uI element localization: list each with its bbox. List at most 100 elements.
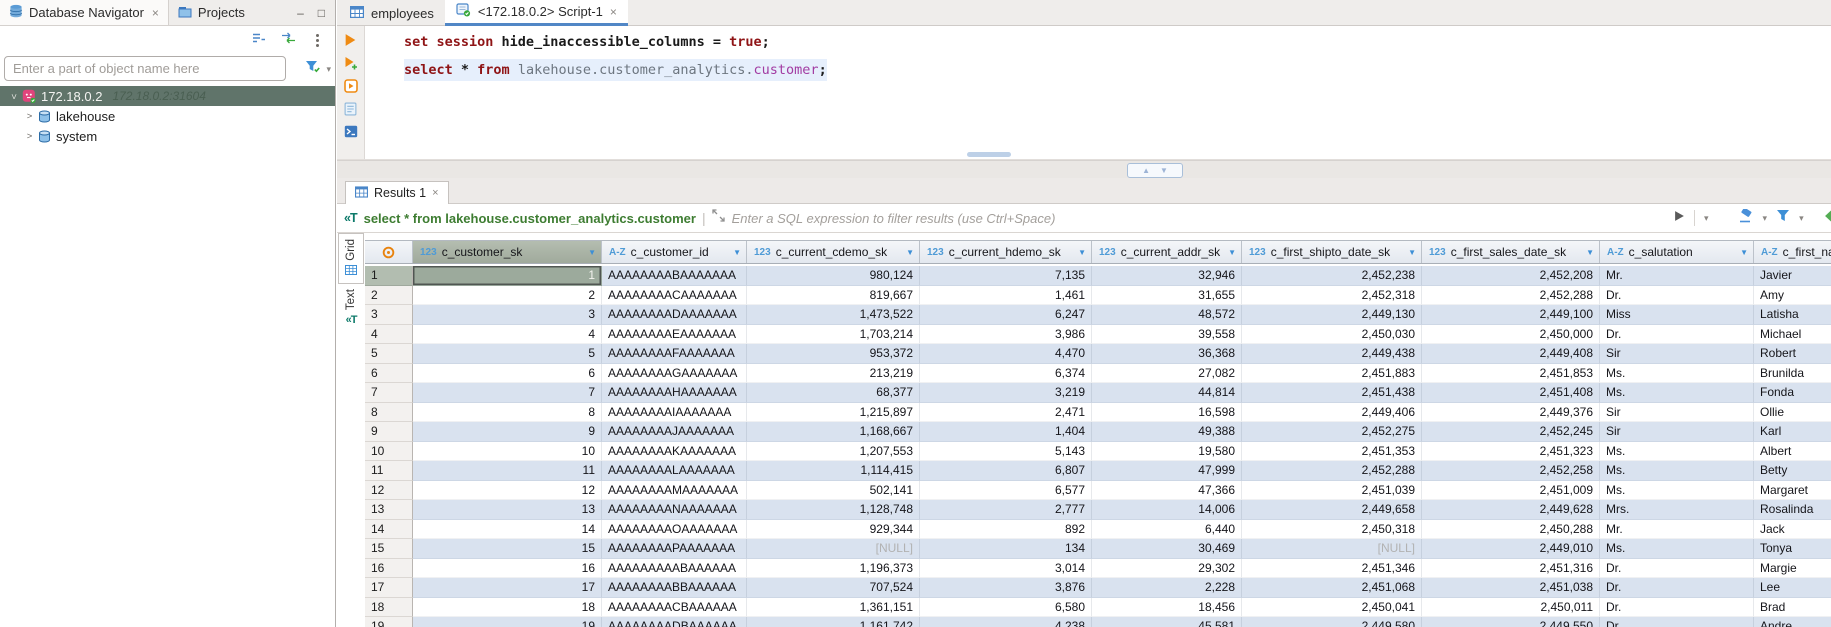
table-row[interactable]: 77AAAAAAAAHAAAAAAA68,3773,21944,8142,451…	[365, 383, 1831, 403]
sql-editor[interactable]: set session hide_inaccessible_columns = …	[337, 26, 1831, 160]
grid-cell[interactable]: Latisha	[1754, 305, 1831, 325]
row-number[interactable]: 10	[365, 442, 413, 462]
grid-cell[interactable]: 2,452,238	[1242, 266, 1422, 286]
grid-cell[interactable]: 2,449,100	[1422, 305, 1600, 325]
grid-cell[interactable]: [NULL]	[1242, 539, 1422, 559]
row-number[interactable]: 16	[365, 559, 413, 579]
tab-grid-view[interactable]: Grid	[338, 233, 364, 284]
grid-cell[interactable]: 134	[920, 539, 1092, 559]
table-row[interactable]: 1414AAAAAAAAOAAAAAAA929,3448926,4402,450…	[365, 520, 1831, 540]
grid-cell[interactable]: 13	[413, 500, 602, 520]
grid-cell[interactable]: 2,451,009	[1422, 481, 1600, 501]
grid-cell[interactable]: AAAAAAAABAAAAAAA	[602, 266, 747, 286]
grid-cell[interactable]: 30,469	[1092, 539, 1242, 559]
grid-cell[interactable]: 2,451,068	[1242, 578, 1422, 598]
grid-cell[interactable]: 2,449,550	[1422, 617, 1600, 627]
grid-cell[interactable]: 1,114,415	[747, 461, 920, 481]
table-row[interactable]: 1212AAAAAAAAMAAAAAAA502,1416,57747,3662,…	[365, 481, 1831, 501]
grid-cell[interactable]: 5,143	[920, 442, 1092, 462]
column-header-c_first_na[interactable]: A-Zc_first_na▼	[1754, 241, 1831, 263]
grid-cell[interactable]: 6,577	[920, 481, 1092, 501]
grid-cell[interactable]: 19	[413, 617, 602, 627]
grid-cell[interactable]: 9	[413, 422, 602, 442]
grid-cell[interactable]: 1,168,667	[747, 422, 920, 442]
grid-cell[interactable]: 2,450,011	[1422, 598, 1600, 618]
table-row[interactable]: 1717AAAAAAAABBAAAAAA707,5243,8762,2282,4…	[365, 578, 1831, 598]
grid-cell[interactable]: 1,161,742	[747, 617, 920, 627]
grid-cell[interactable]: 17	[413, 578, 602, 598]
sort-dropdown-icon[interactable]: ▼	[588, 248, 596, 257]
table-row[interactable]: 99AAAAAAAAJAAAAAAA1,168,6671,40449,3882,…	[365, 422, 1831, 442]
grid-cell[interactable]: Sir	[1600, 344, 1754, 364]
grid-cell[interactable]: 2,449,658	[1242, 500, 1422, 520]
grid-cell[interactable]: Jack	[1754, 520, 1831, 540]
table-row[interactable]: 66AAAAAAAAGAAAAAAA213,2196,37427,0822,45…	[365, 364, 1831, 384]
row-number[interactable]: 6	[365, 364, 413, 384]
grid-cell[interactable]: Michael	[1754, 325, 1831, 345]
grid-cell[interactable]: 2,451,853	[1422, 364, 1600, 384]
expander-icon[interactable]: >	[23, 131, 36, 142]
erase-filter-icon[interactable]	[1737, 209, 1754, 228]
collapse-up-icon[interactable]: ▲	[1142, 166, 1150, 175]
row-number[interactable]: 1	[365, 266, 413, 286]
sql-line[interactable]: set session hide_inaccessible_columns = …	[404, 31, 827, 59]
row-number[interactable]: 7	[365, 383, 413, 403]
grid-cell[interactable]: 4,470	[920, 344, 1092, 364]
table-row[interactable]: 1616AAAAAAAAABAAAAAA1,196,3733,01429,302…	[365, 559, 1831, 579]
tree-item-connection[interactable]: > 172.18.0.2 172.18.0.2:31604	[0, 86, 335, 106]
close-icon[interactable]: ×	[610, 5, 617, 19]
grid-cell[interactable]: AAAAAAAAHAAAAAAA	[602, 383, 747, 403]
grid-cell[interactable]: 1,128,748	[747, 500, 920, 520]
grid-cell[interactable]: 1,361,151	[747, 598, 920, 618]
grid-cell[interactable]: 1,404	[920, 422, 1092, 442]
grid-cell[interactable]: Ms.	[1600, 539, 1754, 559]
row-number[interactable]: 14	[365, 520, 413, 540]
grid-cell[interactable]: Mrs.	[1600, 500, 1754, 520]
chevron-down-icon[interactable]: ▾	[1799, 213, 1804, 224]
grid-cell[interactable]: Dr.	[1600, 578, 1754, 598]
grid-cell[interactable]: 2,449,376	[1422, 403, 1600, 423]
grid-cell[interactable]: Tonya	[1754, 539, 1831, 559]
row-number[interactable]: 19	[365, 617, 413, 627]
grid-cell[interactable]: 1,461	[920, 286, 1092, 306]
grid-cell[interactable]: Lee	[1754, 578, 1831, 598]
grid-cell[interactable]: Albert	[1754, 442, 1831, 462]
collapse-down-icon[interactable]: ▼	[1160, 166, 1168, 175]
grid-cell[interactable]: 3	[413, 305, 602, 325]
back-arrow-icon[interactable]	[1824, 209, 1831, 228]
grid-cell[interactable]: 4,238	[920, 617, 1092, 627]
results-filter-bar[interactable]: «T select * from lakehouse.customer_anal…	[337, 204, 1831, 233]
grid-cell[interactable]: 18	[413, 598, 602, 618]
expand-filter-icon[interactable]	[712, 209, 725, 227]
tab-projects[interactable]: Projects	[169, 0, 254, 25]
grid-cell[interactable]: 27,082	[1092, 364, 1242, 384]
grid-cell[interactable]: 11	[413, 461, 602, 481]
grid-cell[interactable]: 2,449,580	[1242, 617, 1422, 627]
grid-cell[interactable]: 3,876	[920, 578, 1092, 598]
grid-cell[interactable]: 2,449,010	[1422, 539, 1600, 559]
grid-cell[interactable]: 48,572	[1092, 305, 1242, 325]
grid-cell[interactable]: 7	[413, 383, 602, 403]
grid-cell[interactable]: Sir	[1600, 403, 1754, 423]
grid-cell[interactable]: AAAAAAAAOAAAAAAA	[602, 520, 747, 540]
grid-cell[interactable]: 2,451,323	[1422, 442, 1600, 462]
sort-dropdown-icon[interactable]: ▼	[1078, 248, 1086, 257]
column-header-c_current_addr_sk[interactable]: 123c_current_addr_sk▼	[1092, 241, 1242, 263]
sort-dropdown-icon[interactable]: ▼	[1408, 248, 1416, 257]
grid-cell[interactable]: Ms.	[1600, 442, 1754, 462]
grid-cell[interactable]: 8	[413, 403, 602, 423]
grid-cell[interactable]: 1,473,522	[747, 305, 920, 325]
grid-cell[interactable]: AAAAAAAADBAAAAAA	[602, 617, 747, 627]
grid-cell[interactable]: 1,207,553	[747, 442, 920, 462]
grid-cell[interactable]: 2,449,406	[1242, 403, 1422, 423]
grid-cell[interactable]: 14	[413, 520, 602, 540]
collapse-all-icon[interactable]	[251, 31, 265, 49]
tree-item-lakehouse[interactable]: > lakehouse	[0, 106, 335, 126]
grid-cell[interactable]: 6,374	[920, 364, 1092, 384]
sort-dropdown-icon[interactable]: ▼	[906, 248, 914, 257]
row-number[interactable]: 9	[365, 422, 413, 442]
grid-cell[interactable]: 2,449,408	[1422, 344, 1600, 364]
grid-cell[interactable]: 2,452,245	[1422, 422, 1600, 442]
grid-cell[interactable]: AAAAAAAAGAAAAAAA	[602, 364, 747, 384]
row-number[interactable]: 8	[365, 403, 413, 423]
